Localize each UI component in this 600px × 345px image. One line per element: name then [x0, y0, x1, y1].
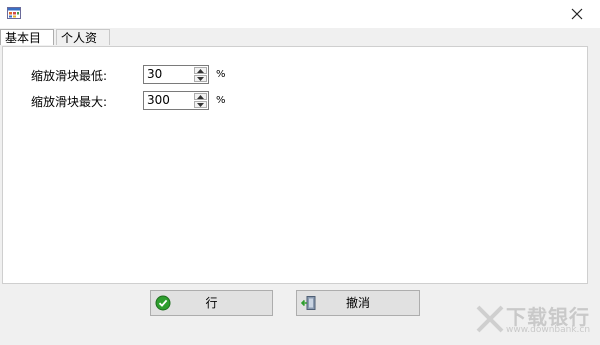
min-zoom-down-button[interactable]	[194, 75, 207, 82]
min-zoom-spinner[interactable]: 30	[143, 65, 209, 84]
max-zoom-spinner[interactable]: 300	[143, 91, 209, 110]
watermark: 下载银行 www.downbank.cn	[476, 299, 596, 339]
max-zoom-up-button[interactable]	[194, 93, 207, 100]
min-zoom-spin-buttons	[194, 67, 207, 82]
calendar-icon	[7, 7, 21, 19]
arrow-down-icon	[197, 102, 204, 107]
watermark-subtext: www.downbank.cn	[506, 325, 591, 335]
right-strip	[588, 46, 600, 284]
button-bar: 行 撤消 下载银行 www.downbank.cn	[0, 284, 600, 345]
max-zoom-spin-buttons	[194, 93, 207, 108]
min-zoom-value[interactable]: 30	[147, 66, 162, 83]
tab-basic-catalog[interactable]: 基本目录	[0, 29, 54, 61]
tab-personal-info[interactable]: 个人资料	[56, 29, 110, 61]
max-zoom-down-button[interactable]	[194, 101, 207, 108]
ok-button-label: 行	[205, 296, 218, 310]
close-button[interactable]	[554, 0, 600, 28]
watermark-logo-icon	[476, 305, 504, 333]
max-zoom-label: 缩放滑块最大:	[30, 95, 107, 109]
min-zoom-up-button[interactable]	[194, 67, 207, 74]
max-zoom-unit: %	[216, 95, 226, 106]
min-zoom-label: 缩放滑块最低:	[30, 69, 107, 83]
title-bar	[0, 0, 600, 28]
tab-content-panel: 缩放滑块最低: 30 % 缩放滑块最大: 300 %	[2, 46, 588, 284]
min-zoom-unit: %	[216, 69, 226, 80]
max-zoom-value[interactable]: 300	[147, 92, 170, 109]
arrow-down-icon	[197, 76, 204, 81]
ok-button[interactable]: 行	[150, 290, 273, 316]
cancel-button[interactable]: 撤消	[296, 290, 420, 316]
arrow-up-icon	[197, 94, 204, 99]
tab-bar: 基本目录 个人资料	[0, 28, 600, 61]
close-icon	[571, 8, 583, 20]
cancel-button-label: 撤消	[345, 296, 370, 310]
arrow-up-icon	[197, 68, 204, 73]
